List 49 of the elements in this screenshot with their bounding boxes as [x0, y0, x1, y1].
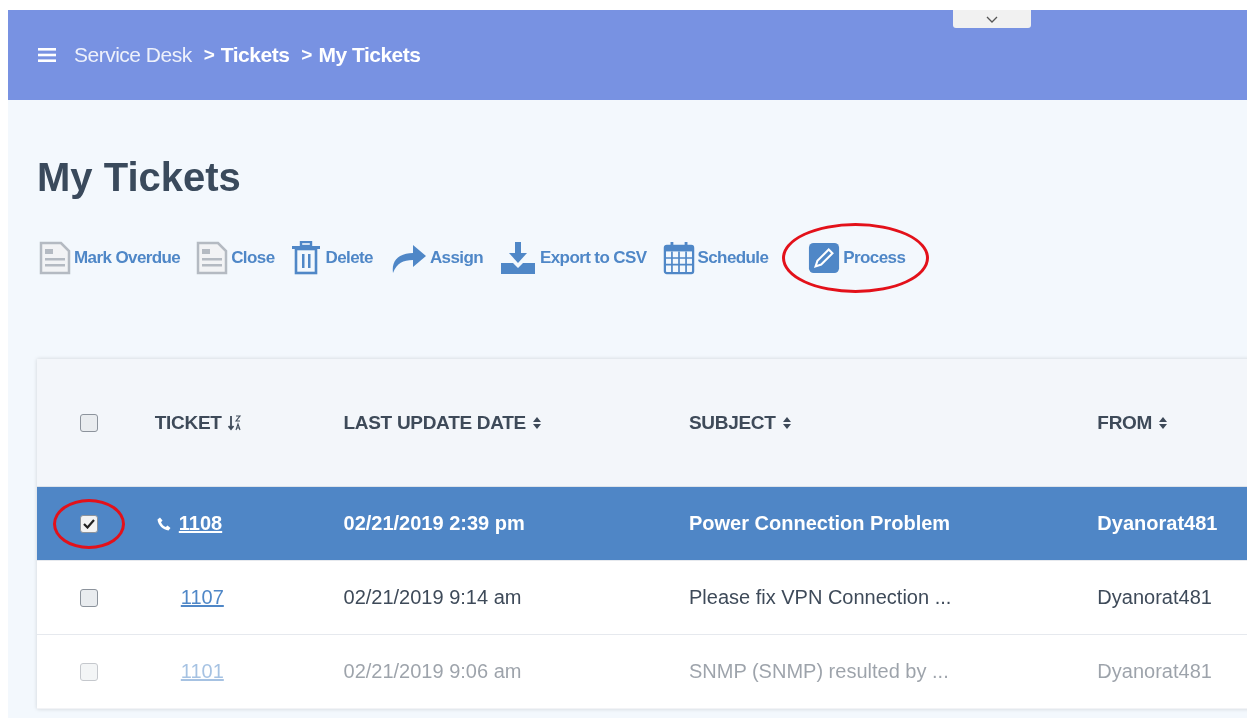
- subject-cell-text: SNMP (SNMP) resulted by ...: [689, 660, 950, 683]
- sort-icon: [531, 415, 542, 430]
- table-row[interactable]: 1101 02/21/2019 9:06 am SNMP (SNMP) resulted by ... Dyanorat481: [37, 635, 1247, 709]
- menu-icon[interactable]: [38, 48, 56, 62]
- ticket-link[interactable]: 1101: [180, 660, 224, 683]
- column-header[interactable]: FROM: [1097, 411, 1169, 434]
- toolbar-button[interactable]: Assign: [386, 239, 485, 277]
- breadcrumb-separator: >: [203, 44, 215, 66]
- calendar-icon: [662, 241, 695, 275]
- ticket-link[interactable]: 1107: [180, 586, 224, 609]
- date-cell-text: 02/21/2019 9:14 am: [343, 586, 523, 609]
- pencil-icon: [808, 241, 841, 275]
- from-cell-text: Dyanorat481: [1097, 660, 1213, 683]
- download-icon: [499, 241, 537, 275]
- column-header[interactable]: TICKET: [154, 411, 242, 434]
- breadcrumb-link[interactable]: My Tickets: [318, 43, 421, 67]
- subject-cell-text: Power Connection Problem: [689, 512, 952, 535]
- column-header[interactable]: SUBJECT: [689, 411, 792, 434]
- document-icon: [196, 241, 229, 275]
- date-cell-text: 02/21/2019 9:06 am: [343, 660, 523, 683]
- date-cell-text: 02/21/2019 2:39 pm: [343, 512, 526, 535]
- toolbar-button[interactable]: Close: [194, 239, 277, 277]
- chevron-down-icon: [986, 15, 998, 23]
- trash-icon: [290, 241, 323, 275]
- sort-descending-icon: [227, 414, 242, 431]
- collapse-tab[interactable]: [953, 10, 1031, 28]
- breadcrumb-link[interactable]: Tickets: [220, 43, 290, 67]
- sort-icon: [1158, 415, 1169, 430]
- column-header[interactable]: LAST UPDATE DATE: [343, 411, 542, 434]
- toolbar-button[interactable]: Schedule: [660, 239, 771, 277]
- ticket-link[interactable]: 1108: [178, 512, 223, 535]
- from-cell-text: Dyanorat481: [1097, 586, 1213, 609]
- row-checkbox[interactable]: [79, 588, 98, 607]
- toolbar-button[interactable]: Process: [806, 239, 908, 277]
- row-checkbox[interactable]: [79, 514, 98, 533]
- document-icon: [39, 241, 71, 275]
- sort-icon: [781, 415, 792, 430]
- breadcrumb-separator: >: [301, 44, 313, 66]
- breadcrumb-link[interactable]: Service Desk: [74, 43, 192, 67]
- subject-cell-text: Please fix VPN Connection ...: [689, 586, 953, 609]
- row-checkbox[interactable]: [79, 662, 98, 681]
- select-all-checkbox[interactable]: [79, 413, 98, 432]
- toolbar-button[interactable]: Export to CSV: [497, 239, 649, 277]
- toolbar-button[interactable]: Mark Overdue: [37, 239, 183, 277]
- table-row[interactable]: 1107 02/21/2019 9:14 am Please fix VPN Connection ... Dyanorat481: [37, 561, 1247, 635]
- page-title: My Tickets: [37, 154, 242, 201]
- from-cell-text: Dyanorat481: [1097, 512, 1219, 535]
- toolbar-button[interactable]: Delete: [288, 239, 375, 277]
- table-row[interactable]: 1108 02/21/2019 2:39 pm Power Connection Problem Dyanorat481: [37, 487, 1247, 561]
